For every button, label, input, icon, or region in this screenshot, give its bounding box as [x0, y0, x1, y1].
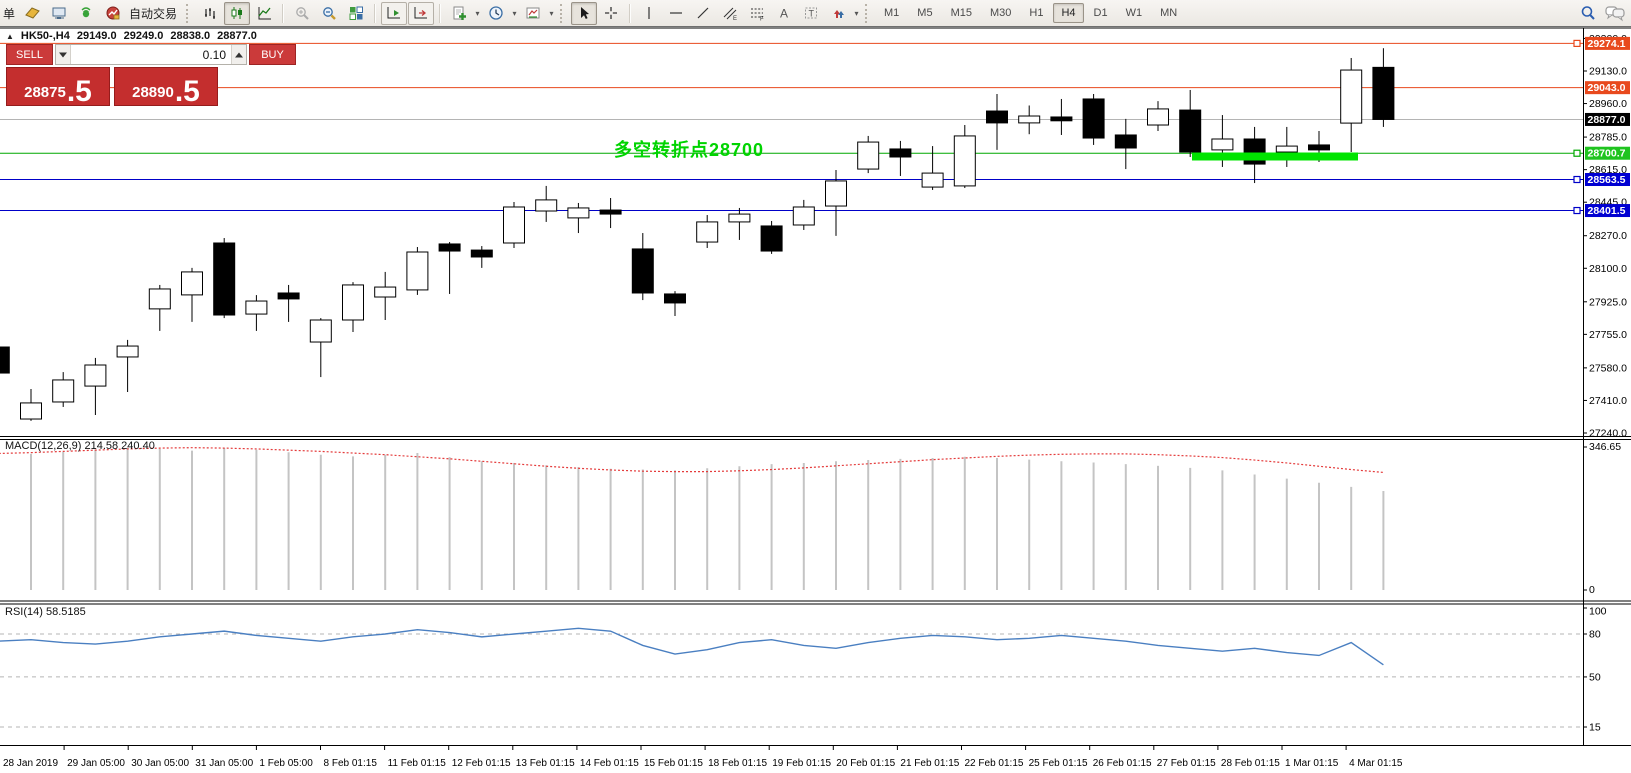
auto-trading-label[interactable]: 自动交易 [129, 5, 177, 22]
tile-windows-icon[interactable] [343, 2, 369, 25]
templates-dropdown-caret[interactable]: ▾ [547, 9, 556, 18]
toolbar-separator [629, 4, 631, 23]
fibonacci-tool-icon[interactable]: F [744, 2, 770, 25]
one-click-trading-panel: SELL BUY 28875 .5 28890 .5 [6, 44, 218, 106]
time-scale[interactable] [0, 746, 1583, 773]
svg-text:E: E [733, 16, 737, 22]
equidistant-channel-tool-icon[interactable]: E [717, 2, 743, 25]
periods-clock-icon[interactable] [483, 2, 509, 25]
auto-trading-icon[interactable] [100, 2, 126, 25]
vertical-line-tool-icon[interactable] [636, 2, 662, 25]
bar-chart-mode-icon[interactable] [197, 2, 223, 25]
toolbar-drag-handle[interactable] [186, 4, 192, 23]
timeframe-MN[interactable]: MN [1152, 3, 1185, 23]
lot-size-stepper [55, 44, 247, 65]
new-order-label-clipped[interactable]: 单 [3, 5, 18, 22]
templates-icon[interactable] [520, 2, 546, 25]
horizontal-line-tool-icon[interactable] [663, 2, 689, 25]
arrows-dropdown-caret[interactable]: ▾ [852, 9, 861, 18]
crosshair-tool-icon[interactable] [598, 2, 624, 25]
zoom-in-icon[interactable] [289, 2, 315, 25]
new-order-icon[interactable] [19, 2, 45, 25]
indicators-icon[interactable] [446, 2, 472, 25]
chat-icon[interactable] [1602, 2, 1628, 25]
svg-text:A: A [780, 6, 788, 20]
ohlc-low: 28838.0 [170, 30, 210, 42]
candlestick-mode-icon[interactable] [224, 2, 250, 25]
lot-increase-button[interactable] [231, 45, 246, 64]
indicators-dropdown-caret[interactable]: ▾ [473, 9, 482, 18]
chart-annotation-text[interactable]: 多空转折点28700 [614, 136, 764, 162]
sell-price-main: 28875 [24, 85, 66, 100]
main-toolbar: 单 自动交易 [0, 0, 1631, 27]
symbol-period: HK50-,H4 [21, 30, 70, 42]
timeframe-M15[interactable]: M15 [943, 3, 980, 23]
timeframe-M1[interactable]: M1 [876, 3, 907, 23]
buy-price-frac: .5 [175, 79, 200, 105]
signals-icon[interactable] [73, 2, 99, 25]
toolbar-separator [282, 4, 284, 23]
trendline-tool-icon[interactable] [690, 2, 716, 25]
buy-price-button[interactable]: 28890 .5 [114, 67, 218, 106]
sell-price-frac: .5 [67, 79, 92, 105]
ohlc-open: 29149.0 [77, 30, 117, 42]
zoom-out-icon[interactable] [316, 2, 342, 25]
buy-price-main: 28890 [132, 85, 174, 100]
sell-button[interactable]: SELL [6, 44, 53, 65]
timeframe-M30[interactable]: M30 [982, 3, 1019, 23]
rsi-indicator-label: RSI(14) 58.5185 [5, 606, 86, 618]
cursor-tool-icon[interactable] [571, 2, 597, 25]
timeframe-group: M1M5M15M30H1H4D1W1MN [876, 3, 1185, 23]
text-label-tool-icon[interactable]: T [798, 2, 824, 25]
timeframe-D1[interactable]: D1 [1086, 3, 1116, 23]
auto-scroll-icon[interactable] [408, 2, 434, 25]
chart-canvas[interactable]: 29300.029130.028960.028785.028615.028445… [0, 0, 1631, 773]
timeframe-W1[interactable]: W1 [1118, 3, 1151, 23]
timeframe-H4[interactable]: H4 [1053, 3, 1083, 23]
timeframe-M5[interactable]: M5 [909, 3, 940, 23]
search-icon[interactable] [1575, 2, 1601, 25]
lot-decrease-button[interactable] [56, 45, 71, 64]
price-scale[interactable] [1584, 28, 1631, 745]
shift-chart-end-icon[interactable] [381, 2, 407, 25]
sell-price-button[interactable]: 28875 .5 [6, 67, 110, 106]
collapse-trade-panel-icon[interactable]: ▲ [6, 32, 14, 41]
macd-indicator-label: MACD(12,26,9) 214.58 240.40 [5, 440, 155, 452]
toolbar-separator [374, 4, 376, 23]
line-chart-mode-icon[interactable] [251, 2, 277, 25]
buy-button[interactable]: BUY [249, 44, 296, 65]
periods-dropdown-caret[interactable]: ▾ [510, 9, 519, 18]
svg-text:T: T [808, 8, 814, 18]
lot-size-input[interactable] [71, 45, 231, 64]
trading-terminal-window: 单 自动交易 [0, 0, 1631, 773]
chart-ohlc-header: ▲ HK50-,H4 29149.0 29249.0 28838.0 28877… [6, 30, 257, 42]
text-tool-icon[interactable]: A [771, 2, 797, 25]
market-depth-icon[interactable] [46, 2, 72, 25]
timeframe-H1[interactable]: H1 [1021, 3, 1051, 23]
toolbar-separator [439, 4, 441, 23]
ohlc-close: 28877.0 [217, 30, 257, 42]
ohlc-high: 29249.0 [124, 30, 164, 42]
svg-text:F: F [760, 16, 764, 22]
arrow-objects-icon[interactable] [825, 2, 851, 25]
toolbar-drag-handle[interactable] [865, 4, 871, 23]
toolbar-drag-handle[interactable] [560, 4, 566, 23]
